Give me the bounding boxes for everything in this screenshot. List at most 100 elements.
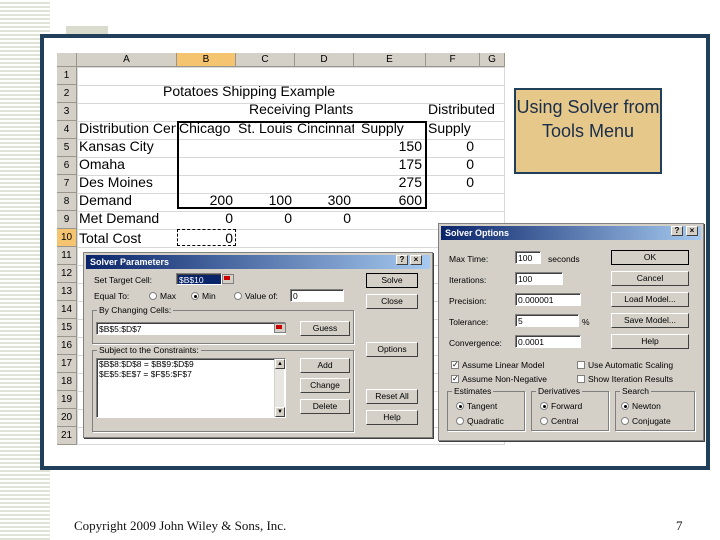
row-header[interactable]: 5	[57, 139, 77, 157]
row-header[interactable]: 1	[57, 67, 77, 85]
collapse-dialog-icon[interactable]	[222, 274, 234, 284]
row-header[interactable]: 20	[57, 409, 77, 427]
max-time-input[interactable]: 100	[515, 251, 541, 264]
column-header-e[interactable]: E	[354, 53, 426, 67]
derivatives-title: Derivatives	[536, 386, 583, 397]
row-header[interactable]: 12	[57, 265, 77, 283]
load-model-button[interactable]: Load Model...	[611, 292, 689, 307]
column-header-a[interactable]: A	[77, 53, 177, 67]
row-header[interactable]: 6	[57, 157, 77, 175]
help-icon[interactable]: ?	[396, 255, 408, 265]
help-button[interactable]: Help	[366, 410, 418, 425]
quadratic-radio[interactable]	[456, 417, 464, 425]
row-header[interactable]: 11	[57, 247, 77, 265]
chicago-header: Chicago	[179, 120, 231, 136]
constraint-item[interactable]: $B$8:$D$8 = $B$9:$D$9	[99, 359, 285, 369]
reset-all-button[interactable]: Reset All	[366, 389, 418, 404]
save-model-button[interactable]: Save Model...	[611, 313, 689, 328]
row-header[interactable]: 14	[57, 301, 77, 319]
constraints-list[interactable]: $B$8:$D$8 = $B$9:$D$9 $E$5:$E$7 = $F$5:$…	[96, 358, 286, 418]
conjugate-radio[interactable]	[621, 417, 629, 425]
dialog-title: Solver Options	[445, 228, 510, 238]
column-header-g[interactable]: G	[480, 53, 505, 67]
delete-button[interactable]: Delete	[300, 399, 350, 414]
estimates-title: Estimates	[452, 386, 494, 397]
row-header[interactable]: 8	[57, 193, 77, 211]
conjugate-label: Conjugate	[632, 416, 671, 426]
callout-box: Using Solver from Tools Menu	[514, 88, 662, 174]
assume-linear-checkbox[interactable]: ✓	[451, 361, 459, 369]
row-header[interactable]: 17	[57, 355, 77, 373]
close-icon[interactable]: ×	[410, 255, 422, 265]
guess-button[interactable]: Guess	[300, 321, 350, 336]
show-iterations-checkbox[interactable]	[577, 375, 585, 383]
constraint-item[interactable]: $E$5:$E$7 = $F$5:$F$7	[99, 369, 285, 379]
distribution-center-header: Distribution Cen	[79, 120, 176, 136]
row-header[interactable]: 18	[57, 373, 77, 391]
help-icon[interactable]: ?	[671, 226, 683, 236]
auto-scaling-checkbox[interactable]	[577, 361, 585, 369]
copyright-footer: Copyright 2009 John Wiley & Sons, Inc.	[74, 518, 287, 533]
row-header[interactable]: 15	[57, 319, 77, 337]
options-button[interactable]: Options	[366, 342, 418, 357]
collapse-dialog-icon[interactable]	[274, 323, 286, 333]
select-all-corner[interactable]	[57, 53, 77, 67]
row-header[interactable]: 4	[57, 121, 77, 139]
column-header-f[interactable]: F	[426, 53, 480, 67]
iterations-label: Iterations:	[449, 275, 487, 285]
changing-cells-input[interactable]: $B$5:$D$7	[96, 322, 286, 335]
column-header-c[interactable]: C	[236, 53, 295, 67]
tangent-label: Tangent	[467, 401, 498, 411]
precision-input[interactable]: 0.000001	[515, 293, 581, 306]
convergence-input[interactable]: 0.0001	[515, 335, 581, 348]
column-header-d[interactable]: D	[295, 53, 354, 67]
dist-kansas-city: 0	[466, 138, 474, 154]
row-header[interactable]: 3	[57, 103, 77, 121]
row-header[interactable]: 2	[57, 85, 77, 103]
change-button[interactable]: Change	[300, 378, 350, 393]
tolerance-input[interactable]: 5	[515, 314, 579, 327]
row-header[interactable]: 19	[57, 391, 77, 409]
iterations-input[interactable]: 100	[515, 272, 563, 285]
row-header[interactable]: 21	[57, 427, 77, 445]
row-header[interactable]: 13	[57, 283, 77, 301]
tangent-radio[interactable]	[456, 402, 464, 410]
assume-nonneg-checkbox[interactable]: ✓	[451, 375, 459, 383]
solver-options-titlebar[interactable]: Solver Options	[441, 226, 701, 240]
distributed-label: Distributed	[428, 101, 495, 117]
forward-radio[interactable]	[540, 402, 548, 410]
central-radio[interactable]	[540, 417, 548, 425]
row-header[interactable]: 10	[57, 229, 77, 247]
close-icon[interactable]: ×	[686, 226, 698, 236]
constraints-scrollbar[interactable]: ▲ ▼	[274, 359, 285, 417]
assume-nonneg-label: Assume Non-Negative	[462, 374, 548, 384]
add-button[interactable]: Add	[300, 358, 350, 373]
value-of-input[interactable]: 0	[290, 289, 344, 302]
cancel-button[interactable]: Cancel	[611, 271, 689, 286]
max-radio[interactable]	[149, 292, 157, 300]
scroll-up-icon[interactable]: ▲	[275, 359, 285, 369]
ok-button[interactable]: OK	[611, 250, 689, 265]
row-label-omaha: Omaha	[79, 156, 125, 172]
column-header-b[interactable]: B	[177, 53, 236, 67]
row-header[interactable]: 16	[57, 337, 77, 355]
row-header[interactable]: 7	[57, 175, 77, 193]
total-cost-value: 0	[225, 230, 233, 246]
supply-header: Supply	[361, 120, 404, 136]
value-of-radio[interactable]	[234, 292, 242, 300]
show-iterations-label: Show Iteration Results	[588, 374, 674, 384]
min-radio[interactable]	[191, 292, 199, 300]
target-cell-input[interactable]: $B$10	[176, 273, 222, 285]
demand-st-louis: 100	[268, 192, 292, 208]
help-button[interactable]: Help	[611, 334, 689, 349]
solver-parameters-titlebar[interactable]: Solver Parameters	[86, 255, 430, 269]
scroll-down-icon[interactable]: ▼	[275, 407, 285, 417]
st-louis-header: St. Louis	[238, 120, 293, 136]
row-header[interactable]: 9	[57, 211, 77, 229]
solve-button[interactable]: Solve	[366, 273, 418, 288]
max-label: Max	[160, 291, 177, 301]
newton-radio[interactable]	[621, 402, 629, 410]
changing-cells-label: By Changing Cells:	[97, 305, 174, 316]
solver-options-dialog: Solver Options ? × Max Time: 100 seconds…	[438, 223, 704, 441]
close-button[interactable]: Close	[366, 294, 418, 309]
